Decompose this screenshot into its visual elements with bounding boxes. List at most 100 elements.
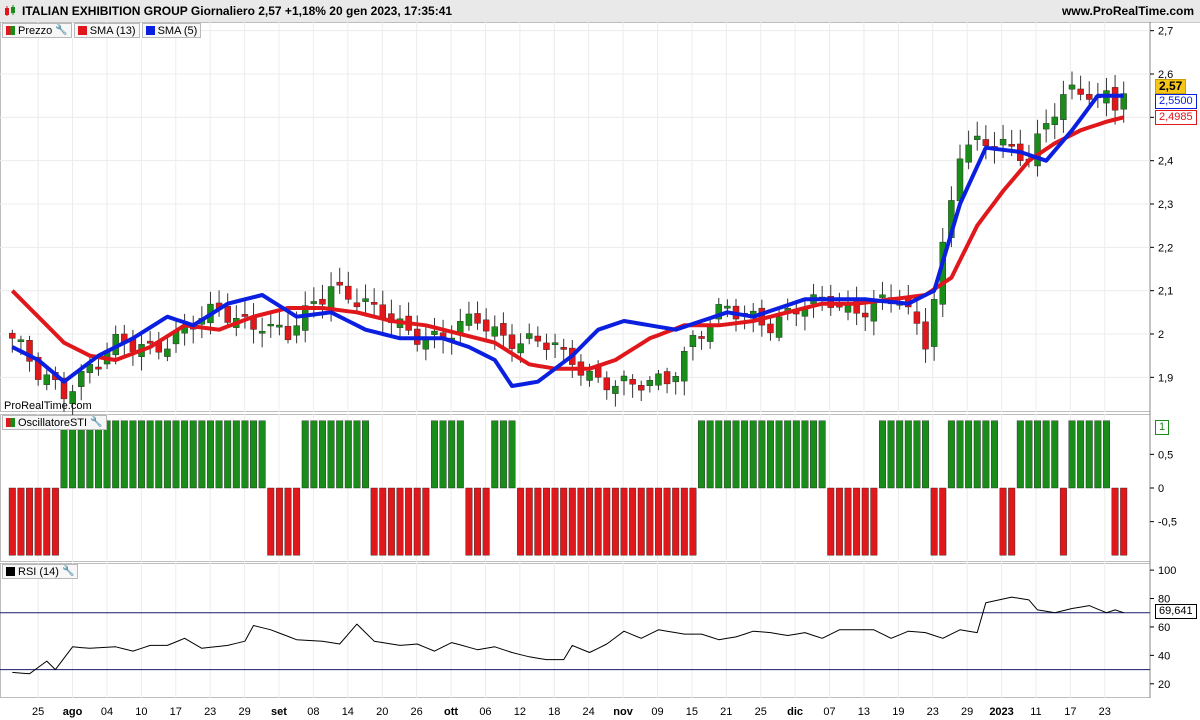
wrench-icon[interactable]: 🔧 (55, 25, 67, 36)
candle (913, 311, 921, 324)
candle (655, 373, 662, 386)
oscillator-bar (413, 487, 421, 556)
oscillator-bar (861, 487, 869, 556)
oscillator-bar (241, 420, 249, 489)
candle (534, 335, 542, 342)
oscillator-bar (267, 487, 275, 556)
candle (43, 374, 50, 385)
candle (526, 333, 533, 339)
legend-price[interactable]: Prezzo 🔧 (2, 23, 72, 38)
oscillator-bar (181, 420, 189, 489)
oscillator-bar (629, 487, 637, 556)
oscillator-bar (947, 420, 955, 489)
x-tick-label: 17 (170, 706, 182, 718)
oscillator-bar (155, 420, 163, 489)
candle (379, 304, 386, 318)
x-tick-label: 12 (514, 706, 526, 718)
oscillator-bar (810, 420, 818, 489)
oscillator-bar (1111, 487, 1119, 556)
y-tick-label: 40 (1158, 650, 1170, 662)
oscillator-bar (534, 487, 542, 556)
oscillator-bar (129, 420, 137, 489)
x-tick-label: ago (63, 706, 83, 718)
oscillator-bar (586, 487, 594, 556)
oscillator-bar (206, 420, 214, 489)
oscillator-bar (215, 420, 223, 489)
legend-sma5[interactable]: SMA (5) (141, 23, 202, 38)
oscillator-bar (1085, 420, 1093, 489)
candle (267, 323, 274, 327)
oscillator-bar (1016, 420, 1024, 489)
oscillator-bar (465, 487, 473, 556)
oscillator-bar (749, 420, 757, 489)
legend-rsi[interactable]: RSI (14) 🔧 (2, 564, 79, 579)
oscillator-bar (835, 487, 843, 556)
candle (422, 339, 430, 350)
oscillator-bar (439, 420, 447, 489)
oscillator-bar (344, 420, 352, 489)
oscillator-bar (637, 487, 645, 556)
candle (775, 316, 783, 338)
oscillator-bar (310, 420, 318, 489)
oscillator-bar (896, 420, 904, 489)
legend-sma13[interactable]: SMA (13) (73, 23, 140, 38)
candle (319, 298, 326, 305)
x-tick-label: 24 (583, 706, 595, 718)
wrench-icon[interactable]: 🔧 (90, 417, 102, 428)
candle (1077, 88, 1084, 95)
candle (293, 325, 300, 336)
x-tick-label: 25 (32, 706, 44, 718)
y-tick-label: 2,4 (1158, 156, 1173, 168)
y-tick-label: 60 (1158, 622, 1170, 634)
oscillator-bar (491, 420, 499, 489)
candle (1086, 94, 1093, 100)
oscillator-bar (551, 487, 559, 556)
candle (353, 302, 361, 308)
legend-oscillator[interactable]: OscillatoreSTI 🔧 (2, 415, 107, 430)
candle (1111, 87, 1119, 111)
oscillator-bar (43, 487, 51, 556)
oscillator-swatch (6, 418, 15, 427)
candle (284, 325, 292, 341)
candle (9, 332, 16, 339)
chart-canvas: 25 ago 04 10 17 23 29 set 08 14 20 26 ott 06 12 18 24 nov… (0, 22, 1177, 718)
y-tick-label: 1,9 (1158, 372, 1173, 384)
x-tick-label: 26 (411, 706, 423, 718)
candle (465, 313, 473, 326)
candle (620, 375, 628, 382)
candle (879, 294, 886, 298)
wrench-icon[interactable]: 🔧 (62, 566, 74, 577)
oscillator-bar (577, 487, 585, 556)
oscillator-bar (620, 487, 628, 556)
oscillator-bar (801, 420, 809, 489)
oscillator-bar (844, 487, 852, 556)
candle (508, 334, 516, 349)
oscillator-bar (482, 487, 490, 556)
oscillator-bar (1025, 420, 1033, 489)
oscillator-bar (568, 487, 576, 556)
candle (862, 312, 869, 318)
y-tick-label: 2,3 (1158, 199, 1173, 211)
oscillator-bar (138, 420, 146, 489)
candle (457, 321, 464, 334)
x-tick-label: 07 (823, 706, 835, 718)
oscillator-bar (508, 420, 516, 489)
oscillator-bar (94, 420, 102, 489)
oscillator-bar (189, 420, 197, 489)
oscillator-bar (293, 487, 301, 556)
candle (724, 305, 731, 309)
oscillator-bar (680, 487, 688, 556)
candle (276, 324, 283, 328)
oscillator-bar (456, 420, 464, 489)
oscillator-bar (1068, 420, 1076, 489)
oscillator-bar (8, 487, 16, 556)
candle (698, 336, 705, 339)
candle (1042, 123, 1050, 130)
sma5-swatch (145, 26, 155, 35)
candle (482, 319, 490, 332)
oscillator-bar (198, 420, 206, 489)
oscillator-bar (250, 420, 258, 489)
candle (646, 380, 654, 386)
oscillator-bar (775, 420, 783, 489)
candle (310, 301, 318, 304)
